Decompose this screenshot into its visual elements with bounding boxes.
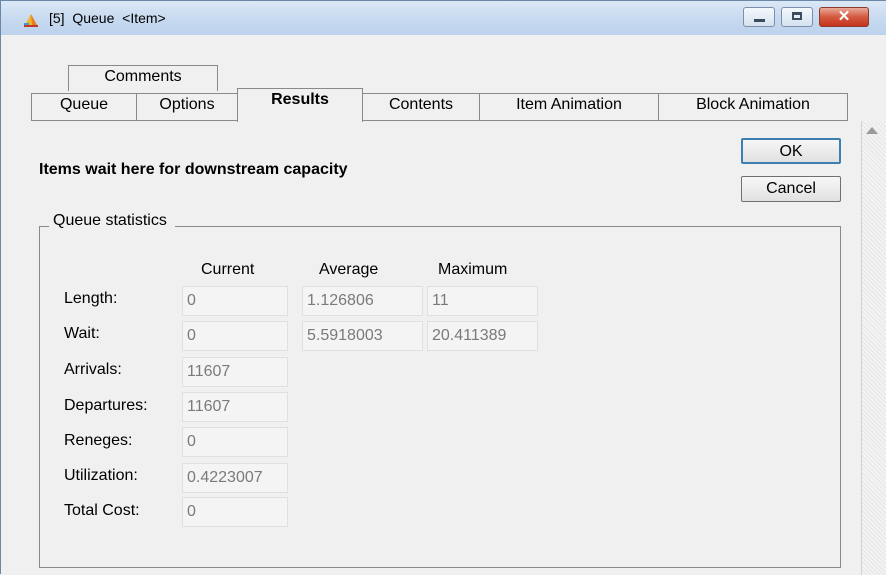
window-title: [5] Queue <Item> xyxy=(49,10,166,26)
row-label-departures: Departures: xyxy=(64,397,148,414)
tab-item-animation[interactable]: Item Animation xyxy=(479,93,659,120)
tab-queue[interactable]: Queue xyxy=(31,93,137,120)
length-average-field[interactable]: 1.126806 xyxy=(302,286,423,316)
row-label-utilization: Utilization: xyxy=(64,467,138,484)
tab-comments[interactable]: Comments xyxy=(68,65,218,91)
vertical-scrollbar[interactable] xyxy=(861,121,886,575)
scroll-up-arrow-icon[interactable] xyxy=(866,127,878,134)
tab-results[interactable]: Results xyxy=(237,88,363,122)
minimize-button[interactable] xyxy=(743,7,775,27)
column-header-maximum: Maximum xyxy=(438,261,508,278)
extendsim-app-icon xyxy=(24,14,38,27)
row-label-arrivals: Arrivals: xyxy=(64,361,122,378)
title-bar[interactable]: [5] Queue <Item> ✕ xyxy=(1,1,886,35)
column-header-current: Current xyxy=(201,261,255,278)
row-label-wait: Wait: xyxy=(64,325,100,342)
ok-button[interactable]: OK xyxy=(741,138,841,164)
reneges-current-field[interactable]: 0 xyxy=(182,427,288,457)
maximize-icon xyxy=(792,12,802,20)
column-header-average: Average xyxy=(319,261,379,278)
row-label-reneges: Reneges: xyxy=(64,432,133,449)
row-label-total-cost: Total Cost: xyxy=(64,502,140,519)
queue-statistics-label: Queue statistics xyxy=(49,212,175,230)
block-description: Items wait here for downstream capacity xyxy=(39,161,348,178)
total-cost-current-field[interactable]: 0 xyxy=(182,497,288,527)
queue-dialog-window: [5] Queue <Item> ✕ Comments Queue Option… xyxy=(0,0,886,575)
utilization-current-field[interactable]: 0.4223007 xyxy=(182,463,288,493)
close-icon: ✕ xyxy=(837,8,851,25)
wait-current-field[interactable]: 0 xyxy=(182,321,288,351)
cancel-button[interactable]: Cancel xyxy=(741,176,841,202)
tab-contents[interactable]: Contents xyxy=(362,93,480,120)
close-button[interactable]: ✕ xyxy=(819,7,869,27)
length-maximum-field[interactable]: 11 xyxy=(427,286,538,316)
length-current-field[interactable]: 0 xyxy=(182,286,288,316)
row-label-length: Length: xyxy=(64,290,118,307)
departures-current-field[interactable]: 11607 xyxy=(182,392,288,422)
tab-options[interactable]: Options xyxy=(136,93,238,120)
wait-average-field[interactable]: 5.5918003 xyxy=(302,321,423,351)
minimize-icon xyxy=(754,19,765,22)
arrivals-current-field[interactable]: 11607 xyxy=(182,357,288,387)
maximize-button[interactable] xyxy=(781,7,813,27)
tab-block-animation[interactable]: Block Animation xyxy=(658,93,848,120)
wait-maximum-field[interactable]: 20.411389 xyxy=(427,321,538,351)
